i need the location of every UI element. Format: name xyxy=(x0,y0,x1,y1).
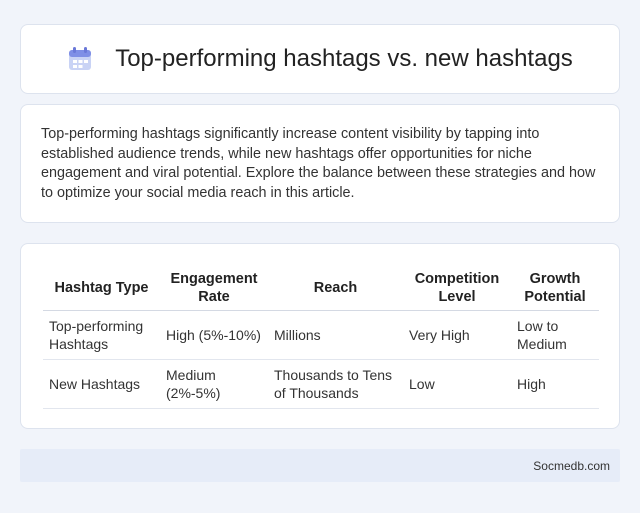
table-header-row: Hashtag Type Engagement Rate Reach Compe… xyxy=(43,266,599,311)
calendar-icon xyxy=(69,47,92,70)
cell-reach: Millions xyxy=(268,310,403,360)
intro-text: Top-performing hashtags significantly in… xyxy=(41,126,596,201)
cell-competition-level: Low xyxy=(403,359,511,409)
footer-site-link[interactable]: Socmedb.com xyxy=(533,459,610,473)
cell-reach: Thousands to Tens of Thousands xyxy=(268,359,403,409)
footer: Socmedb.com xyxy=(20,449,620,482)
cell-engagement-rate: Medium (2%-5%) xyxy=(160,359,268,409)
cell-engagement-rate: High (5%-10%) xyxy=(160,310,268,360)
header-growth-potential: Growth Potential xyxy=(511,266,599,311)
table-row: Top-performing Hashtags High (5%-10%) Mi… xyxy=(43,310,599,360)
header-competition-level: Competition Level xyxy=(403,266,511,311)
cell-competition-level: Very High xyxy=(403,310,511,360)
title-card: Top-performing hashtags vs. new hashtags xyxy=(20,24,620,94)
cell-hashtag-type: New Hashtags xyxy=(43,359,160,409)
table-card: Hashtag Type Engagement Rate Reach Compe… xyxy=(20,243,620,429)
cell-growth-potential: Low to Medium xyxy=(511,310,599,360)
comparison-table: Hashtag Type Engagement Rate Reach Compe… xyxy=(43,266,599,409)
cell-growth-potential: High xyxy=(511,359,599,409)
intro-card: Top-performing hashtags significantly in… xyxy=(20,104,620,223)
header-hashtag-type: Hashtag Type xyxy=(43,266,160,311)
table-row: New Hashtags Medium (2%-5%) Thousands to… xyxy=(43,359,599,409)
cell-hashtag-type: Top-performing Hashtags xyxy=(43,310,160,360)
header-engagement-rate: Engagement Rate xyxy=(160,266,268,311)
page-title: Top-performing hashtags vs. new hashtags xyxy=(115,45,573,72)
header-reach: Reach xyxy=(268,266,403,311)
